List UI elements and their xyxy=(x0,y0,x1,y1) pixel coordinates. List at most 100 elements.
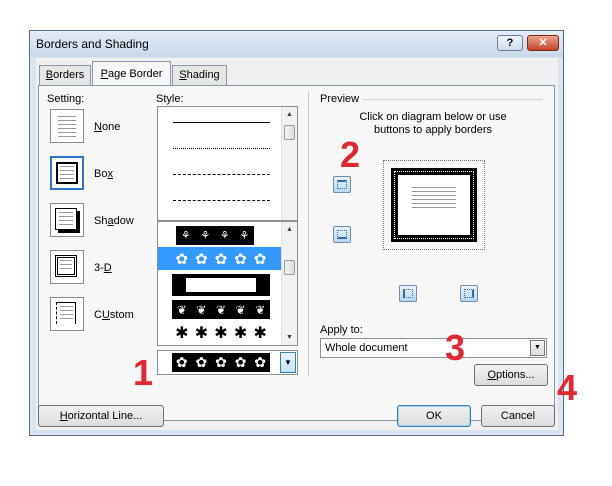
art-glyph: ✿ xyxy=(234,250,247,268)
art-glyph: ❦ xyxy=(255,302,266,317)
art-row-cactus[interactable]: ⚘ ⚘ ⚘ ⚘ xyxy=(176,226,254,245)
art-dropdown-value: ✿ ✿ ✿ ✿ ✿ xyxy=(172,353,270,372)
setting-label-text: Sh xyxy=(94,215,108,227)
scroll-down-icon[interactable]: ▼ xyxy=(282,330,297,345)
art-row-selected[interactable]: ✿ ✿ ✿ ✿ ✿ xyxy=(158,247,282,270)
page-border-panel: Setting: None Box Shadow 3-D CUstom Styl… xyxy=(38,85,555,421)
setting-3d-icon[interactable] xyxy=(50,250,84,284)
annotation-3: 3 xyxy=(445,327,466,368)
setting-label-text: stom xyxy=(109,309,134,321)
dialog-title: Borders and Shading xyxy=(36,37,149,51)
horizontal-line-button[interactable]: Horizontal Line... xyxy=(38,405,164,427)
preview-instruction: Click on diagram below or use buttons to… xyxy=(359,111,507,136)
chevron-down-icon[interactable]: ▼ xyxy=(530,340,545,356)
setting-box-label[interactable]: Box xyxy=(94,168,113,180)
apply-to-label: Apply to: xyxy=(320,324,363,336)
setting-custom-label[interactable]: CUstom xyxy=(94,309,134,321)
setting-label-text: one xyxy=(101,121,121,133)
setting-mnemonic: D xyxy=(103,262,112,274)
setting-shadow-icon[interactable] xyxy=(50,203,84,237)
close-icon: ✕ xyxy=(538,37,548,49)
setting-label-text: dow xyxy=(113,215,134,227)
style-dashed-line[interactable] xyxy=(173,174,270,175)
button-mnemonic: O xyxy=(487,369,497,381)
button-label: orizontal Line... xyxy=(67,410,143,422)
style-solid-line[interactable] xyxy=(173,122,270,123)
tab-mnemonic: S xyxy=(179,69,187,81)
art-glyph: ✿ xyxy=(214,250,228,268)
setting-shadow-label[interactable]: Shadow xyxy=(94,215,134,227)
art-row-swirl[interactable]: ❦ ❦ ❦ ❦ ❦ xyxy=(172,300,270,319)
setting-3d-label[interactable]: 3-D xyxy=(94,262,112,274)
top-border-button[interactable] xyxy=(333,176,351,193)
setting-label-text: 3- xyxy=(94,262,104,274)
art-glyph: ✱ xyxy=(194,324,209,342)
setting-label-text: Bo xyxy=(94,168,108,180)
setting-label-text: C xyxy=(94,309,102,321)
border-top-icon xyxy=(337,180,347,189)
borders-shading-dialog: Borders and Shading ? ✕ Borders Page Bor… xyxy=(29,30,564,436)
scroll-thumb[interactable] xyxy=(284,125,295,140)
scroll-thumb[interactable] xyxy=(284,260,295,275)
title-bar: Borders and Shading ? ✕ xyxy=(30,31,563,57)
preview-label: Preview xyxy=(320,93,360,105)
help-icon: ? xyxy=(506,37,514,49)
close-button[interactable]: ✕ xyxy=(527,35,559,51)
art-scrollbar[interactable]: ▲ ▼ xyxy=(281,222,297,345)
setting-box-icon[interactable] xyxy=(50,156,84,190)
style-scrollbar[interactable]: ▲ xyxy=(281,107,297,220)
setting-none-label[interactable]: None xyxy=(94,121,120,133)
preview-diagram[interactable] xyxy=(383,160,485,250)
setting-label: Setting: xyxy=(47,93,85,105)
art-row-stars[interactable]: ✱ ✱ ✱ ✱ ✱ xyxy=(172,323,270,342)
setting-mnemonic: U xyxy=(101,309,110,321)
art-glyph: ✿ xyxy=(175,250,189,268)
options-button[interactable]: Options... xyxy=(474,364,548,386)
art-listbox[interactable]: ⚘ ⚘ ⚘ ⚘ ✿ ✿ ✿ ✿ ✿ ❦ ❦ ❦ ❦ ❦ ✱ ✱ ✱ ✱ ✱ ▲ xyxy=(157,221,298,346)
style-listbox[interactable]: ▲ xyxy=(157,106,298,221)
tab-mnemonic: P xyxy=(100,68,108,80)
style-dashdot-line[interactable] xyxy=(173,200,270,201)
right-border-button[interactable] xyxy=(460,285,478,302)
bottom-border-button[interactable] xyxy=(333,226,351,243)
button-mnemonic: H xyxy=(59,410,68,422)
preview-rule xyxy=(363,99,543,100)
setting-custom-icon[interactable] xyxy=(50,297,84,331)
button-label: ptions... xyxy=(496,369,535,381)
style-dotted-line[interactable] xyxy=(173,148,270,149)
scroll-up-icon[interactable]: ▲ xyxy=(282,222,297,237)
left-border-button[interactable] xyxy=(399,285,417,302)
tab-mnemonic: B xyxy=(45,69,54,81)
art-glyph: ✿ xyxy=(195,250,208,268)
help-button[interactable]: ? xyxy=(497,35,523,51)
art-glyph: ✿ xyxy=(254,354,267,370)
tab-label: hading xyxy=(186,69,220,81)
apply-to-value: Whole document xyxy=(325,342,408,354)
style-label: Style: xyxy=(156,93,184,105)
art-glyph: ⚘ xyxy=(180,230,191,242)
art-dropdown[interactable]: ✿ ✿ ✿ ✿ ✿ ▼ xyxy=(157,350,298,375)
art-glyph: ⚘ xyxy=(239,230,250,242)
chevron-down-icon[interactable]: ▼ xyxy=(280,352,296,373)
art-row-frame[interactable] xyxy=(172,274,270,296)
tab-label: orders xyxy=(53,69,85,81)
setting-mnemonic: N xyxy=(94,121,102,133)
tab-label: age Border xyxy=(107,68,163,80)
art-glyph: ✿ xyxy=(215,354,227,370)
cancel-button[interactable]: Cancel xyxy=(481,405,555,427)
art-glyph: ❦ xyxy=(196,302,207,317)
tab-shading[interactable]: Shading xyxy=(172,65,227,85)
art-glyph: ✱ xyxy=(175,324,189,342)
tab-page-border[interactable]: Page Border xyxy=(92,61,171,86)
art-glyph: ✿ xyxy=(253,250,267,268)
apply-to-select[interactable]: Whole document ▼ xyxy=(320,338,547,358)
scroll-up-icon[interactable]: ▲ xyxy=(282,107,297,122)
setting-none-icon[interactable] xyxy=(50,109,84,143)
column-divider xyxy=(308,91,309,376)
art-glyph: ✿ xyxy=(175,354,188,370)
tab-borders[interactable]: Borders xyxy=(39,65,91,85)
setting-mnemonic: x xyxy=(107,168,113,180)
art-glyph: ❦ xyxy=(176,302,187,317)
ok-button[interactable]: OK xyxy=(397,405,471,427)
dialog-client: Borders Page Border Shading Setting: Non… xyxy=(36,58,558,430)
